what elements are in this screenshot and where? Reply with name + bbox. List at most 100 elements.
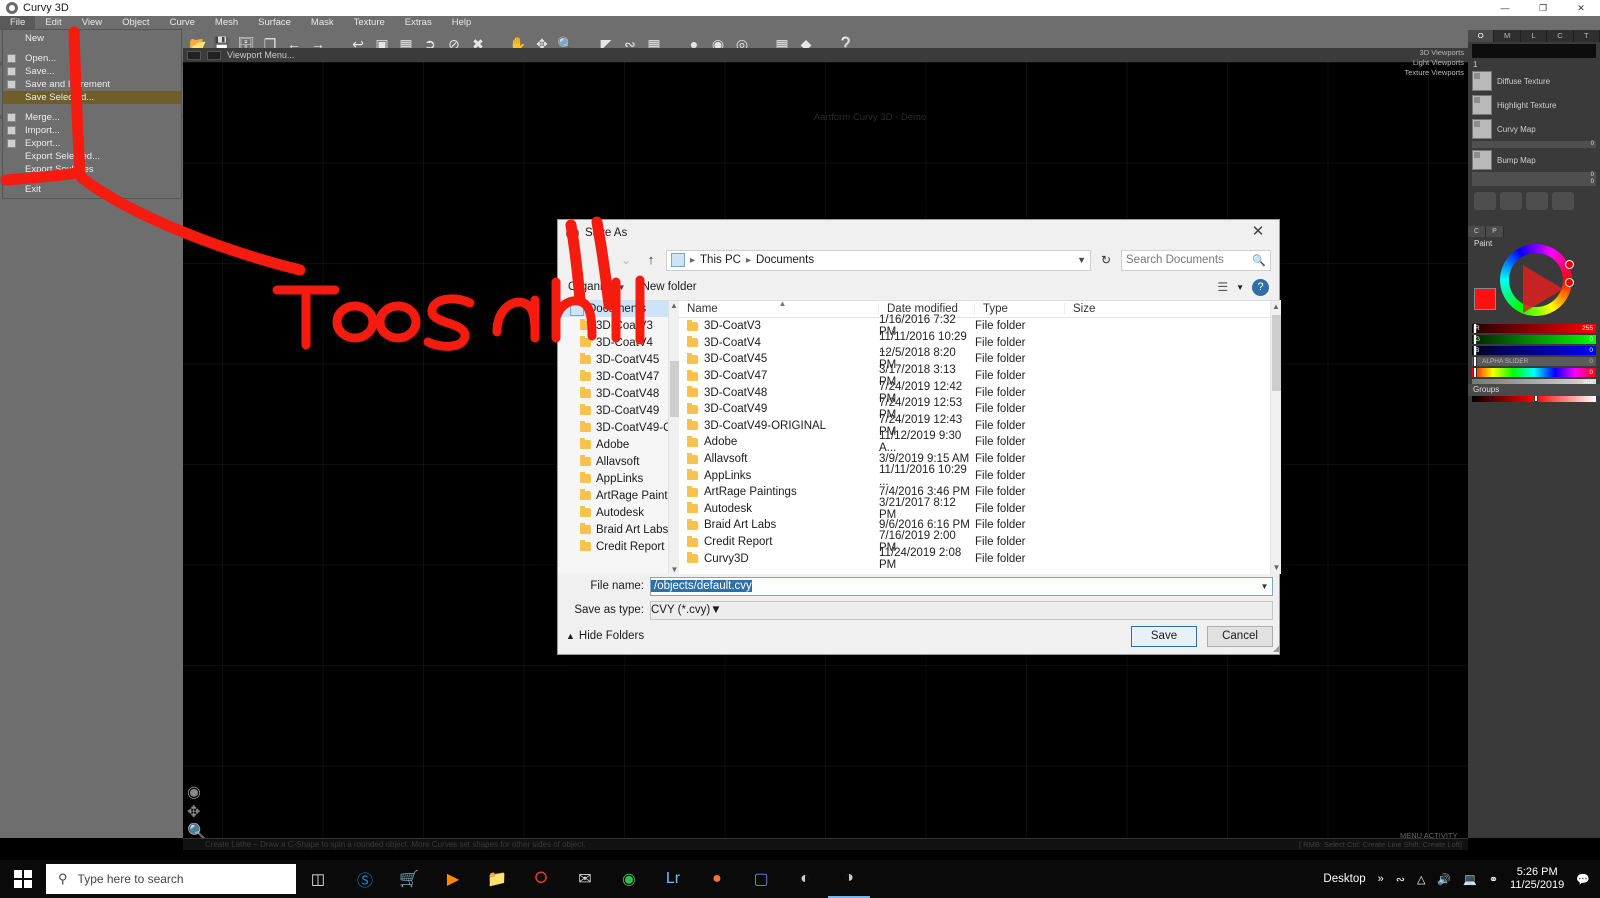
curvy-icon[interactable]: ◐	[784, 860, 826, 898]
nav-root-documents[interactable]: Documents	[558, 301, 668, 317]
menu-curve[interactable]: Curve	[160, 16, 205, 30]
table-row[interactable]: 3D-CoatV47 3/17/2018 3:13 PM File folder	[679, 364, 1281, 388]
nav-item[interactable]: Adobe	[558, 436, 668, 453]
clock[interactable]: 5:26 PM 11/25/2019	[1510, 866, 1564, 892]
tab-materials[interactable]: M	[1494, 30, 1521, 42]
table-row[interactable]: 3D-CoatV45 12/5/2018 8:20 PM File folder	[679, 347, 1281, 371]
organize-button[interactable]: Organize ▼	[568, 281, 626, 293]
table-row[interactable]: 3D-CoatV48 7/24/2019 12:42 PM File folder	[679, 381, 1281, 405]
save-button[interactable]: Save	[1131, 625, 1197, 647]
menu-view[interactable]: View	[72, 16, 112, 30]
menu-edit[interactable]: Edit	[35, 16, 71, 30]
search-input[interactable]: ⚲ Type here to search	[46, 864, 296, 894]
close-button[interactable]: ✕	[1562, 0, 1600, 16]
texture-row-diffuse[interactable]: Diffuse Texture	[1468, 69, 1600, 93]
menu-item-import[interactable]: Import...	[3, 124, 181, 137]
nav-item[interactable]: ArtRage Paintin	[558, 487, 668, 504]
nav-item[interactable]: 3D-CoatV49	[558, 402, 668, 419]
search-input[interactable]: Search Documents 🔍	[1121, 249, 1271, 271]
current-color-swatch[interactable]	[1474, 288, 1496, 310]
breadcrumb-this-pc[interactable]: This PC	[700, 254, 741, 266]
lightroom-icon[interactable]: Lr	[652, 860, 694, 898]
file-list-scrollbar[interactable]: ▲ ▼	[1270, 301, 1281, 574]
menu-item-exit[interactable]: Exit	[3, 183, 181, 196]
menu-item-open[interactable]: Open...	[3, 52, 181, 65]
menu-item-new[interactable]: New	[3, 32, 181, 45]
shape-preset-1-icon[interactable]	[1474, 192, 1496, 210]
volume-icon[interactable]: 🔊	[1437, 873, 1451, 886]
menu-surface[interactable]: Surface	[248, 16, 301, 30]
tab-paint[interactable]: P	[1486, 226, 1504, 237]
table-row[interactable]: Curvy3D 11/24/2019 2:08 PM File folder	[679, 547, 1281, 571]
menu-item-export-selected[interactable]: Export Selected...	[3, 150, 181, 163]
highlight-texture-thumb-icon[interactable]	[1472, 95, 1492, 115]
tab-textures[interactable]: T	[1574, 30, 1600, 42]
viewport-swatch-icon[interactable]	[187, 50, 201, 60]
menu-item-save-selected[interactable]: Save Selected...	[3, 91, 181, 104]
refresh-icon[interactable]: ↻	[1096, 250, 1116, 270]
viewport-texture-label[interactable]: Texture Viewports	[1398, 68, 1464, 78]
notification-icon[interactable]: 💬	[1576, 873, 1590, 886]
table-row[interactable]: Braid Art Labs 9/6/2016 6:16 PM File folde…	[679, 517, 1281, 534]
curvy-active-icon[interactable]: ◑	[828, 860, 870, 898]
table-row[interactable]: Allavsoft 3/9/2019 9:15 AM File folder	[679, 451, 1281, 468]
bluetooth-icon[interactable]: ⚭	[1489, 873, 1498, 886]
menu-object[interactable]: Object	[112, 16, 159, 30]
alpha-slider[interactable]: ALPHA SLIDER 0	[1472, 356, 1596, 367]
nav-item[interactable]: Credit Report	[558, 538, 668, 555]
nav-item[interactable]: 3D-CoatV45	[558, 351, 668, 368]
chevron-down-icon[interactable]: ▼	[1257, 582, 1272, 591]
bump-map-slider[interactable]: 0	[1472, 172, 1596, 179]
alpha-slider-knob[interactable]	[1473, 356, 1477, 367]
edge-icon[interactable]: Ⓢ	[344, 860, 386, 898]
menu-texture[interactable]: Texture	[344, 16, 395, 30]
table-row[interactable]: Autodesk 3/21/2017 8:12 PM File folder	[679, 497, 1281, 521]
mail-icon[interactable]: ✉	[564, 860, 606, 898]
menu-mask[interactable]: Mask	[301, 16, 344, 30]
texture-row-curvy[interactable]: Curvy Map	[1468, 117, 1600, 141]
table-row[interactable]: ArtRage Paintings 7/4/2016 3:46 PM File fo…	[679, 484, 1281, 501]
filetype-select[interactable]: CVY (*.cvy) ▼	[650, 600, 1273, 620]
display-icon[interactable]: 💻	[1463, 873, 1477, 886]
scroll-down-icon[interactable]: ▼	[1271, 562, 1281, 574]
chevron-up-icon[interactable]: △	[1417, 873, 1425, 886]
nav-item[interactable]: 3D-CoatV4	[558, 334, 668, 351]
breadcrumb[interactable]: ▸ This PC ▸ Documents ▼	[666, 249, 1091, 271]
saturation-triangle[interactable]	[1523, 265, 1563, 313]
table-row[interactable]: 3D-CoatV49-ORIGINAL 7/24/2019 12:43 PM Fil…	[679, 414, 1281, 438]
menu-item-merge[interactable]: Merge...	[3, 111, 181, 124]
shade-handle[interactable]	[1565, 278, 1574, 287]
hue-handle[interactable]	[1565, 260, 1574, 269]
shape-preset-3-icon[interactable]	[1526, 192, 1548, 210]
list-scroll-thumb[interactable]	[1272, 315, 1281, 391]
store-icon[interactable]: 🛒	[388, 860, 430, 898]
diffuse-texture-thumb-icon[interactable]	[1472, 71, 1492, 91]
forward-icon[interactable]: →	[591, 250, 611, 270]
hue-slider-knob[interactable]	[1473, 367, 1477, 378]
red-slider[interactable]: R 255	[1472, 323, 1596, 334]
help-icon[interactable]: ?	[1252, 278, 1269, 296]
groups-section-label[interactable]: Groups	[1468, 384, 1600, 396]
nav-item[interactable]: Braid Art Labs	[558, 521, 668, 538]
menu-file[interactable]: File	[0, 16, 36, 30]
color-wheel[interactable]	[1500, 244, 1574, 316]
viewport-menu-label[interactable]: Viewport Menu...	[227, 50, 294, 60]
opera-icon[interactable]: ⭘	[520, 860, 562, 898]
minimize-button[interactable]: —	[1486, 0, 1524, 16]
cancel-button[interactable]: Cancel	[1207, 625, 1273, 647]
nav-item[interactable]: 3D-CoatV49-O	[558, 419, 668, 436]
explorer-icon[interactable]: 📁	[476, 860, 518, 898]
shape-preset-4-icon[interactable]	[1552, 192, 1574, 210]
tab-color[interactable]: C	[1468, 226, 1486, 237]
menu-help[interactable]: Help	[442, 16, 482, 30]
tab-colors[interactable]: C	[1547, 30, 1574, 42]
menu-extras[interactable]: Extras	[395, 16, 442, 30]
table-row[interactable]: 3D-CoatV3 1/16/2016 7:32 PM File folder	[679, 314, 1281, 338]
column-header-date[interactable]: Date modified	[879, 303, 975, 315]
menu-item-save-increment[interactable]: Save and Increment	[3, 78, 181, 91]
tab-lights[interactable]: L	[1521, 30, 1548, 42]
scroll-up-icon[interactable]: ▲	[669, 301, 679, 310]
search-icon[interactable]: 🔍	[1252, 254, 1266, 267]
chevron-down-icon[interactable]: ▼	[1236, 283, 1244, 292]
texture-row-bump[interactable]: Bump Map	[1468, 148, 1600, 172]
